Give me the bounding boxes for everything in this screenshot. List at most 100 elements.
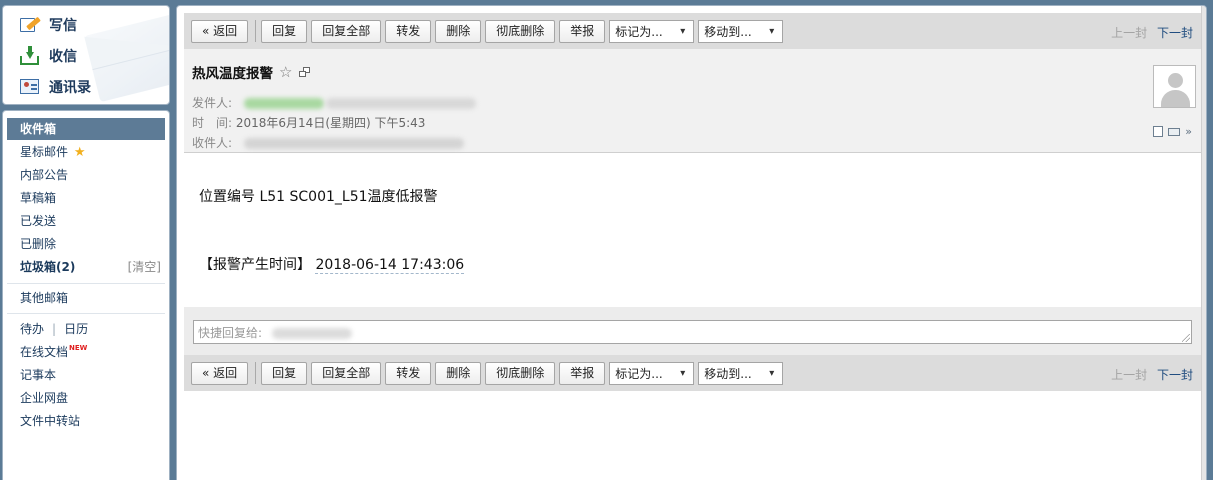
tools-todo-calendar: 待办 | 日历 (7, 318, 165, 340)
reply-button[interactable]: 回复 (261, 19, 308, 43)
online-docs-label: 在线文档 (20, 345, 69, 359)
sender-redacted[interactable] (243, 98, 324, 109)
to-label: 收件人: (192, 136, 233, 150)
reply-all-button[interactable]: 回复全部 (311, 361, 382, 385)
move-to-select[interactable]: 移动到... ▾ (698, 19, 784, 43)
receive-label: 收信 (49, 49, 77, 65)
tool-netdisk[interactable]: 企业网盘 (7, 387, 165, 409)
tool-notes[interactable]: 记事本 (7, 364, 165, 386)
new-badge: NEW (69, 344, 88, 352)
header-tools: » (1148, 125, 1192, 138)
folder-inbox[interactable]: 收件箱 (7, 118, 165, 140)
folder-panel: 收件箱 星标邮件 ★ 内部公告 草稿箱 已发送 已删除 垃圾箱(2) [清空] … (2, 110, 170, 480)
star-icon[interactable]: ☆ (279, 63, 292, 81)
time-label: 时 间: (192, 116, 233, 130)
mark-as-value: 标记为... (615, 24, 663, 39)
file-transfer-label: 文件中转站 (20, 414, 81, 428)
folder-inbox-label: 收件箱 (20, 122, 57, 136)
tool-file-transfer[interactable]: 文件中转站 (7, 410, 165, 432)
mark-as-select[interactable]: 标记为... ▾ (609, 19, 695, 43)
toolbar-top: « 返回 回复 回复全部 转发 删除 彻底删除 举报 标记为... ▾ 移动到.… (184, 13, 1203, 49)
contacts-icon (19, 77, 41, 97)
folder-deleted[interactable]: 已删除 (7, 233, 165, 255)
report-button[interactable]: 举报 (559, 361, 606, 385)
envelope-decoration (84, 13, 169, 103)
folder-starred-label: 星标邮件 (20, 145, 69, 159)
folder-spam[interactable]: 垃圾箱(2) [清空] (7, 256, 165, 278)
mail-header: 热风温度报警 ☆ 发件人: 时 间: 2018年6月14日(星期四) 下午5:4… (184, 49, 1203, 153)
from-label: 发件人: (192, 96, 233, 110)
sender-address-redacted (325, 98, 476, 109)
reply-button[interactable]: 回复 (261, 361, 308, 385)
prev-mail-link[interactable]: 上一封 (1111, 368, 1147, 382)
popout-icon[interactable] (299, 66, 311, 78)
report-button[interactable]: 举报 (559, 19, 606, 43)
move-to-value: 移动到... (704, 366, 752, 381)
receive-link[interactable]: 收信 (19, 44, 77, 68)
avatar-icon (1153, 65, 1196, 108)
todo-link[interactable]: 待办 (20, 322, 44, 336)
chevron-down-icon: ▾ (769, 25, 775, 37)
compose-panel: 写信 收信 通讯录 (2, 5, 170, 105)
compose-link[interactable]: 写信 (19, 13, 77, 37)
folder-starred[interactable]: 星标邮件 ★ (7, 141, 165, 163)
delete-permanent-button[interactable]: 彻底删除 (485, 19, 556, 43)
folder-deleted-label: 已删除 (20, 237, 57, 251)
move-to-value: 移动到... (704, 24, 752, 39)
back-button[interactable]: « 返回 (191, 19, 249, 43)
back-button[interactable]: « 返回 (191, 361, 249, 385)
contacts-label: 通讯录 (49, 80, 91, 96)
pager: 上一封 下一封 (1111, 366, 1193, 383)
folder-other-label: 其他邮箱 (20, 291, 69, 305)
toolbar-divider (255, 362, 257, 384)
contacts-link[interactable]: 通讯录 (19, 75, 91, 99)
folder-other-mailboxes[interactable]: 其他邮箱 (7, 287, 165, 309)
folder-sent[interactable]: 已发送 (7, 210, 165, 232)
toolbar-bottom: « 返回 回复 回复全部 转发 删除 彻底删除 举报 标记为... ▾ 移动到.… (184, 355, 1203, 391)
alarm-time-value[interactable]: 2018-06-14 17:43:06 (315, 257, 465, 274)
forward-button[interactable]: 转发 (385, 361, 432, 385)
next-mail-link[interactable]: 下一封 (1157, 368, 1193, 382)
body-alarm-time: 【报警产生时间】 2018-06-14 17:43:06 (199, 254, 465, 274)
print-icon[interactable] (1168, 127, 1181, 136)
folder-notices-label: 内部公告 (20, 168, 69, 182)
write-icon (19, 15, 41, 35)
mark-as-select[interactable]: 标记为... ▾ (609, 361, 695, 385)
move-to-select[interactable]: 移动到... ▾ (698, 361, 784, 385)
quick-reply-input[interactable]: 快捷回复给: (193, 320, 1192, 344)
recipient-redacted[interactable] (243, 138, 464, 149)
pipe-separator: | (52, 322, 57, 336)
quick-reply-area: 快捷回复给: (184, 307, 1203, 355)
netdisk-label: 企业网盘 (20, 391, 69, 405)
chevron-down-icon[interactable]: » (1185, 125, 1192, 138)
folder-drafts-label: 草稿箱 (20, 191, 57, 205)
mail-reader: « 返回 回复 回复全部 转发 删除 彻底删除 举报 标记为... ▾ 移动到.… (176, 5, 1207, 480)
quick-reply-placeholder: 快捷回复给: (198, 326, 263, 340)
next-mail-link[interactable]: 下一封 (1157, 26, 1193, 40)
chevron-down-icon: ▾ (769, 367, 775, 379)
forward-button[interactable]: 转发 (385, 19, 432, 43)
folder-notices[interactable]: 内部公告 (7, 164, 165, 186)
folder-drafts[interactable]: 草稿箱 (7, 187, 165, 209)
note-icon[interactable] (1153, 126, 1164, 137)
folder-divider (7, 313, 165, 314)
mail-from: 发件人: (192, 94, 476, 111)
spam-clear-link[interactable]: [清空] (128, 256, 161, 278)
prev-mail-link[interactable]: 上一封 (1111, 26, 1147, 40)
reply-all-button[interactable]: 回复全部 (311, 19, 382, 43)
chevron-down-icon: ▾ (680, 25, 686, 37)
delete-button[interactable]: 删除 (435, 361, 482, 385)
alarm-time-prefix: 【报警产生时间】 (199, 257, 311, 273)
delete-permanent-button[interactable]: 彻底删除 (485, 361, 556, 385)
mail-time: 时 间: 2018年6月14日(星期四) 下午5:43 (192, 114, 425, 131)
notes-label: 记事本 (20, 368, 57, 382)
compose-label: 写信 (49, 18, 77, 34)
star-icon: ★ (73, 145, 86, 160)
scrollbar-edge[interactable] (1201, 6, 1206, 480)
delete-button[interactable]: 删除 (435, 19, 482, 43)
tool-online-docs[interactable]: 在线文档NEW (7, 341, 165, 363)
resize-grip-icon[interactable] (1182, 334, 1190, 342)
folder-divider (7, 283, 165, 284)
calendar-link[interactable]: 日历 (64, 322, 88, 336)
inbox-icon (19, 46, 41, 66)
